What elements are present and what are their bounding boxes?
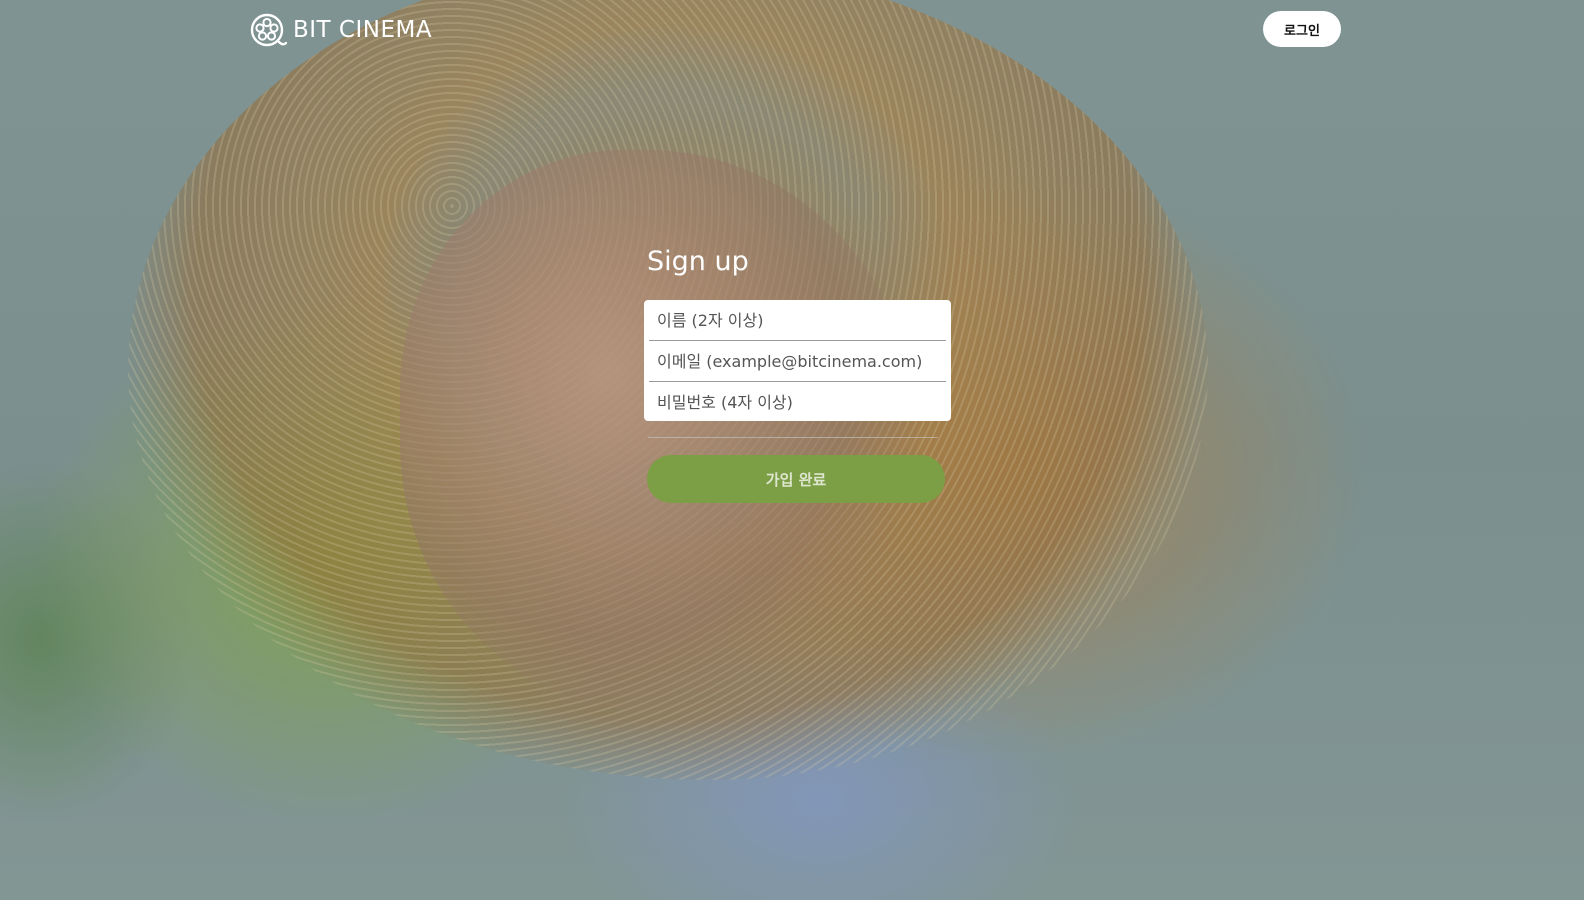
signup-title: Sign up (647, 246, 749, 277)
signup-page: BIT CINEMA 로그인 Sign up 가입 완료 (0, 0, 1584, 900)
signup-submit-button[interactable]: 가입 완료 (647, 455, 945, 503)
email-input[interactable] (644, 341, 951, 381)
password-input[interactable] (644, 382, 951, 421)
top-header: BIT CINEMA 로그인 (0, 0, 1584, 60)
name-input[interactable] (644, 300, 951, 340)
form-divider-line (648, 437, 938, 438)
film-reel-icon (250, 13, 287, 47)
background-photo (0, 0, 1584, 900)
signup-form (644, 300, 951, 421)
brand-name: BIT CINEMA (293, 17, 433, 43)
brand-logo[interactable]: BIT CINEMA (249, 12, 432, 48)
login-button[interactable]: 로그인 (1263, 11, 1341, 47)
